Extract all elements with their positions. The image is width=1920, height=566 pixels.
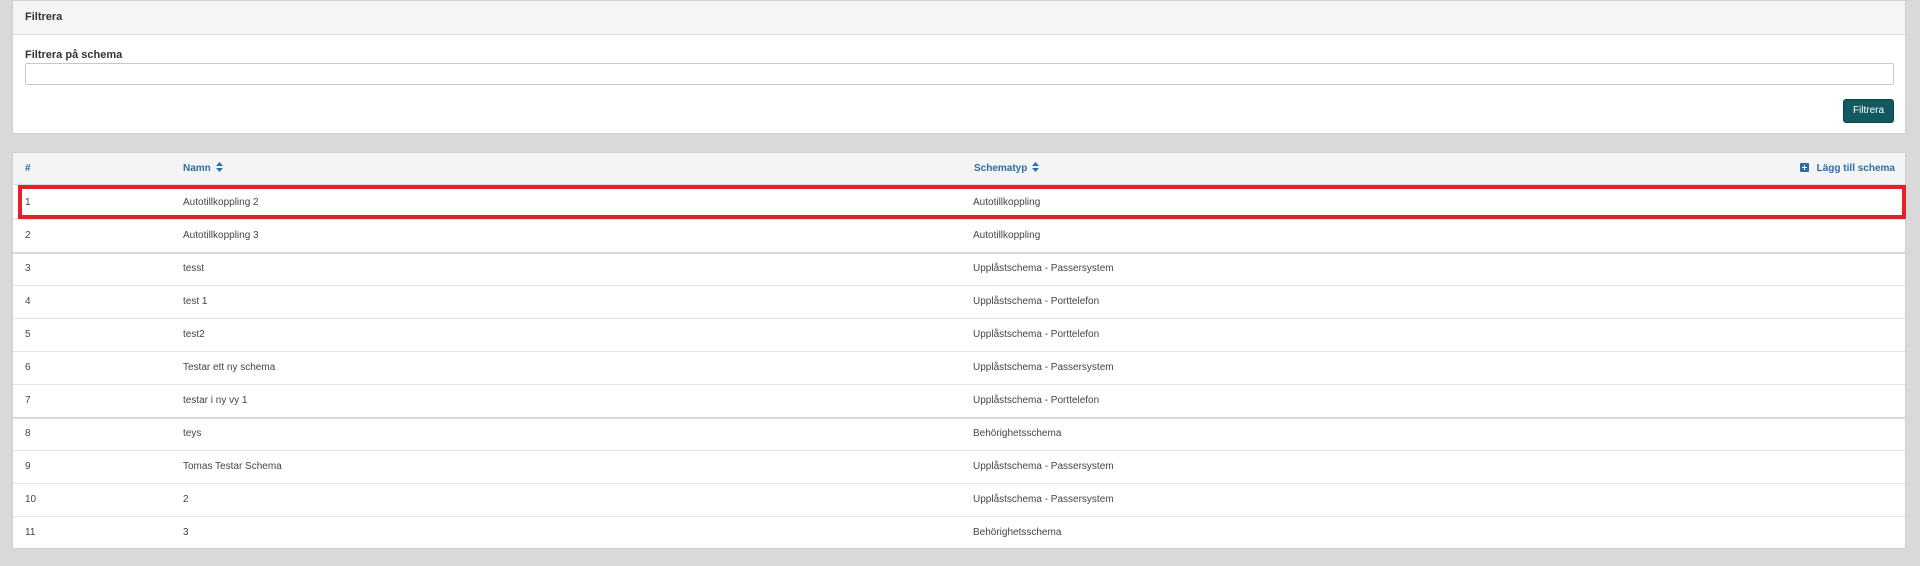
cell-name: teys [183,428,202,439]
column-header-name-label: Namn [183,163,211,174]
cell-type: Upplåstschema - Porttelefon [973,296,1100,307]
plus-square-icon [1799,163,1809,172]
cell-type: Upplåstschema - Passersystem [973,494,1114,505]
filter-panel-title: Filtrera [13,1,1905,35]
table-row[interactable]: 6 Testar ett ny schema Upplåstschema - P… [13,351,1905,385]
cell-num: 4 [25,296,31,307]
column-header-name[interactable]: Namn [183,153,223,184]
table-row[interactable]: 3 tesst Upplåstschema - Passersystem [13,252,1905,286]
cell-num: 10 [25,494,37,505]
filter-button[interactable]: Filtrera [1843,99,1894,123]
add-schema-button[interactable]: Lägg till schema [1799,153,1895,184]
cell-type: Upplåstschema - Passersystem [973,461,1114,472]
cell-type: Upplåstschema - Passersystem [973,362,1114,373]
table-row[interactable]: 8 teys Behörighetsschema [13,417,1905,451]
table-header: # Namn Schematyp Lägg till schema [13,153,1905,185]
cell-type: Upplåstschema - Porttelefon [973,329,1100,340]
table-row[interactable]: 2 Autotillkoppling 3 Autotillkoppling [13,219,1905,254]
cell-type: Autotillkoppling [973,230,1041,241]
cell-num: 5 [25,329,31,340]
table-row[interactable]: 11 3 Behörighetsschema [13,516,1905,549]
cell-name: tesst [183,263,205,274]
cell-name: Testar ett ny schema [183,362,276,373]
cell-num: 8 [25,428,31,439]
cell-type: Behörighetsschema [973,527,1062,538]
column-header-type-label: Schematyp [974,163,1028,174]
table-row[interactable]: 1 Autotillkoppling 2 Autotillkoppling [13,186,1905,220]
cell-name: testar i ny vy 1 [183,395,248,406]
cell-num: 9 [25,461,31,472]
cell-num: 1 [25,197,31,208]
cell-type: Behörighetsschema [973,428,1062,439]
table-row[interactable]: 9 Tomas Testar Schema Upplåstschema - Pa… [13,450,1905,484]
sort-icon [215,162,223,172]
filter-schema-input[interactable] [25,63,1894,85]
cell-type: Upplåstschema - Passersystem [973,263,1114,274]
table-row[interactable]: 4 test 1 Upplåstschema - Porttelefon [13,285,1905,319]
cell-name: Autotillkoppling 2 [183,197,259,208]
cell-num: 7 [25,395,31,406]
add-schema-label: Lägg till schema [1816,163,1895,174]
cell-num: 11 [25,527,36,538]
column-header-type[interactable]: Schematyp [974,153,1040,184]
cell-type: Autotillkoppling [973,197,1041,208]
column-header-num[interactable]: # [25,153,31,184]
table-row[interactable]: 5 test2 Upplåstschema - Porttelefon [13,318,1905,352]
filter-panel: Filtrera Filtrera på schema Filtrera [12,0,1906,134]
cell-num: 6 [25,362,31,373]
schema-table: # Namn Schematyp Lägg till schema 1 Auto… [12,152,1906,549]
cell-name: test2 [183,329,205,340]
cell-name: Autotillkoppling 3 [183,230,259,241]
cell-name: 3 [183,527,189,538]
cell-num: 2 [25,230,31,241]
cell-name: 2 [183,494,189,505]
sort-icon [1032,162,1040,172]
cell-type: Upplåstschema - Porttelefon [973,395,1100,406]
table-row[interactable]: 10 2 Upplåstschema - Passersystem [13,483,1905,517]
table-row[interactable]: 7 testar i ny vy 1 Upplåstschema - Portt… [13,384,1905,419]
cell-name: test 1 [183,296,208,307]
cell-name: Tomas Testar Schema [183,461,282,472]
cell-num: 3 [25,263,31,274]
filter-schema-label: Filtrera på schema [25,49,123,61]
